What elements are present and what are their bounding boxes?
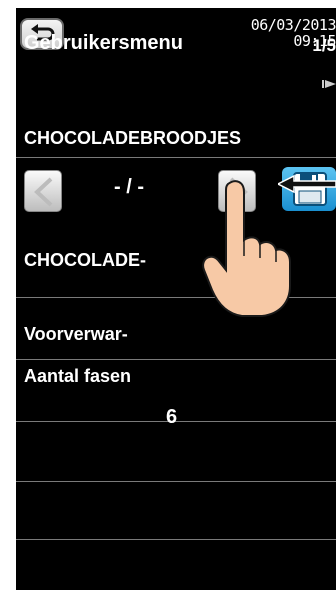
pointing-hand-icon: [202, 180, 291, 317]
next-page-arrow-icon[interactable]: [322, 78, 336, 90]
page-indicator: 1/5: [312, 36, 336, 55]
previous-button[interactable]: [24, 170, 62, 212]
list-item-empty[interactable]: [16, 482, 336, 540]
recipe-counter: - / -: [114, 176, 144, 198]
recipe-row[interactable]: CHOCOLADEBROODJES: [16, 110, 336, 158]
recipe-name: CHOCOLADEBROODJES: [24, 128, 242, 148]
chevron-left-icon: [34, 177, 53, 207]
device-screen: 06/03/2013 09:15 Gebruikersmenu 1/5 CHOC…: [16, 8, 336, 590]
page-title: Gebruikersmenu: [24, 32, 183, 54]
list-item-empty[interactable]: [16, 422, 336, 482]
